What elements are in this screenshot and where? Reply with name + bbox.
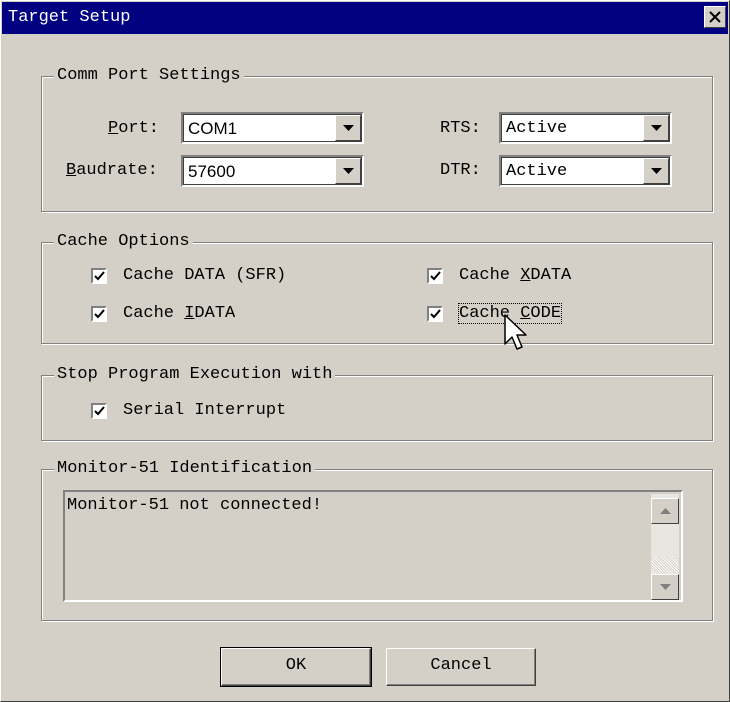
comm-port-settings-group: Comm Port Settings	[41, 66, 713, 212]
close-icon	[709, 11, 721, 23]
port-label: Port:	[108, 119, 160, 138]
checkmark-icon	[94, 406, 105, 416]
serial-interrupt-label[interactable]: Serial Interrupt	[123, 401, 286, 420]
cache-idata-label[interactable]: Cache IDATA	[123, 304, 235, 323]
serial-interrupt-checkbox[interactable]	[91, 403, 107, 419]
close-button[interactable]	[704, 6, 726, 28]
scroll-down-button[interactable]	[651, 574, 679, 600]
baudrate-select-value: 57600	[188, 162, 236, 181]
dropdown-arrow-icon	[343, 168, 354, 174]
checkmark-icon	[94, 309, 105, 319]
rts-label: RTS:	[440, 119, 481, 138]
rts-dropdown-button[interactable]	[643, 115, 669, 141]
cache-data-sfr-label[interactable]: Cache DATA (SFR)	[123, 266, 286, 285]
rts-select-value: Active	[506, 119, 568, 138]
dropdown-arrow-icon	[651, 168, 662, 174]
baudrate-label: Baudrate:	[66, 161, 158, 180]
window-title: Target Setup	[8, 8, 131, 27]
baudrate-dropdown-button[interactable]	[335, 158, 361, 184]
baudrate-select[interactable]: 57600	[181, 155, 364, 187]
port-select-value: COM1	[188, 119, 238, 138]
scroll-down-icon	[660, 584, 671, 590]
cache-xdata-label[interactable]: Cache XDATA	[459, 266, 571, 285]
checkmark-icon	[94, 271, 105, 281]
comm-port-settings-legend: Comm Port Settings	[54, 66, 244, 85]
monitor-identification-text[interactable]: Monitor-51 not connected!	[63, 490, 683, 602]
scroll-up-icon	[660, 508, 671, 514]
checkmark-icon	[430, 271, 441, 281]
dtr-dropdown-button[interactable]	[643, 158, 669, 184]
dropdown-arrow-icon	[343, 125, 354, 131]
dtr-label: DTR:	[440, 161, 481, 180]
vertical-scrollbar[interactable]	[651, 494, 679, 600]
port-select[interactable]: COM1	[181, 112, 364, 144]
stop-program-legend: Stop Program Execution with	[54, 365, 336, 384]
scroll-track[interactable]	[651, 556, 679, 574]
checkmark-icon	[430, 309, 441, 319]
dtr-select[interactable]: Active	[499, 155, 672, 187]
mouse-cursor-icon	[504, 314, 527, 350]
cache-idata-checkbox[interactable]	[91, 306, 107, 322]
rts-select[interactable]: Active	[499, 112, 672, 144]
ok-button[interactable]: OK	[220, 647, 372, 687]
target-setup-dialog: Target Setup Comm Port Settings Port: CO…	[0, 0, 730, 702]
cache-code-checkbox[interactable]	[427, 306, 443, 322]
dtr-select-value: Active	[506, 162, 568, 181]
cache-options-legend: Cache Options	[54, 232, 193, 251]
cancel-button[interactable]: Cancel	[386, 648, 536, 686]
scroll-up-button[interactable]	[651, 498, 679, 524]
cache-data-sfr-checkbox[interactable]	[91, 268, 107, 284]
cache-xdata-checkbox[interactable]	[427, 268, 443, 284]
monitor-status-text: Monitor-51 not connected!	[67, 496, 323, 515]
monitor-identification-legend: Monitor-51 Identification	[54, 459, 316, 478]
port-dropdown-button[interactable]	[335, 115, 361, 141]
title-bar[interactable]: Target Setup	[2, 2, 728, 34]
cache-options-group: Cache Options	[41, 232, 713, 344]
dropdown-arrow-icon	[651, 125, 662, 131]
